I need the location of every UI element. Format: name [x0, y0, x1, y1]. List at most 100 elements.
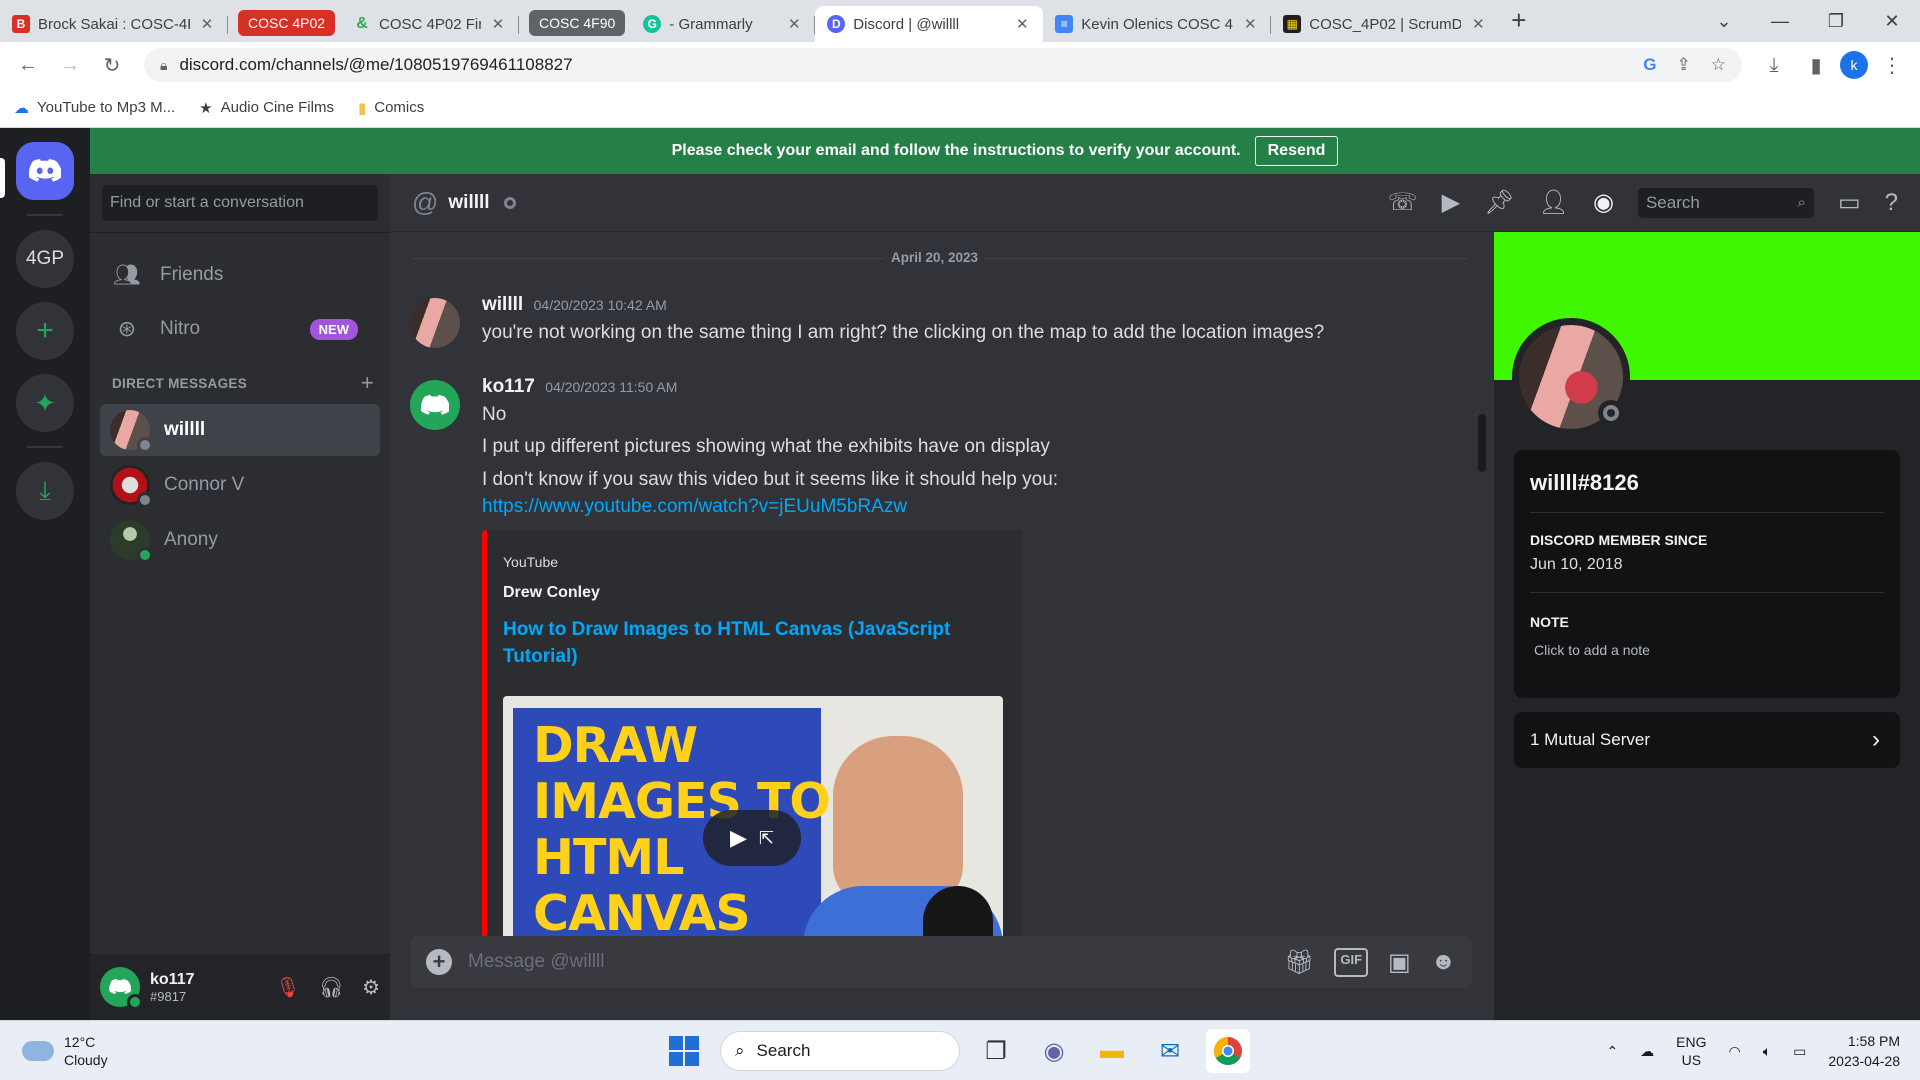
embed-provider[interactable]: YouTube [503, 554, 558, 570]
search-input[interactable]: Search ⌕ [1637, 187, 1814, 218]
help-icon[interactable]: ? [1885, 189, 1898, 217]
onedrive-icon[interactable]: ☁ [1640, 1043, 1654, 1060]
wifi-icon[interactable]: ◠ [1729, 1043, 1741, 1060]
tab-close-icon[interactable]: ✕ [1469, 15, 1487, 33]
start-windows-icon[interactable] [662, 1029, 706, 1073]
video-call-icon[interactable]: ▶ [1442, 188, 1460, 217]
voice-call-icon[interactable]: ☏ [1388, 188, 1418, 217]
resend-button[interactable]: Resend [1254, 136, 1339, 166]
file-explorer-icon[interactable]: ▬ [1090, 1029, 1134, 1073]
message-link[interactable]: https://www.youtube.com/watch?v=jEUuM5bR… [482, 496, 907, 518]
message-timestamp: 04/20/2023 11:50 AM [545, 379, 678, 395]
tab-close-icon[interactable]: ✕ [198, 15, 216, 33]
message-composer[interactable]: + Message @willll 🎁︎ GIF ▣ ☻ [410, 936, 1472, 988]
explore-compass-icon[interactable]: ✦ [16, 374, 74, 432]
mute-mic-icon[interactable]: 🎙︎ [275, 975, 300, 1000]
download-icon[interactable]: ⤓ [1756, 47, 1792, 83]
home-button[interactable] [16, 142, 74, 200]
tab-search-icon[interactable]: ⌄ [1696, 11, 1752, 32]
dm-item-connor-v[interactable]: Connor V [100, 459, 380, 511]
embed-title[interactable]: How to Draw Images to HTML Canvas (JavaS… [503, 616, 963, 670]
maximize-icon[interactable]: ❐ [1808, 11, 1864, 32]
mutual-servers-button[interactable]: 1 Mutual Server › [1514, 712, 1900, 768]
tab-group-cosc-4p02[interactable]: COSC 4P02 [238, 10, 336, 36]
add-server-icon[interactable]: + [16, 302, 74, 360]
bookmark-comics[interactable]: ▮ Comics [358, 99, 424, 117]
task-view-icon[interactable]: ❐ [974, 1029, 1018, 1073]
tab-kevin-olenics[interactable]: ≡ Kevin Olenics COSC 4P02 ✕ [1043, 6, 1272, 42]
channel-name[interactable]: willll [448, 192, 489, 214]
play-video-button[interactable]: ▶ ⇱ [703, 810, 801, 866]
tab-grammarly[interactable]: G - Grammarly ✕ [631, 6, 816, 42]
forward-icon[interactable]: → [52, 47, 88, 83]
dm-item-willll[interactable]: willll [100, 404, 380, 456]
mail-icon[interactable]: ✉ [1148, 1029, 1192, 1073]
pinned-messages-icon[interactable]: 📌︎ [1484, 188, 1514, 217]
message-avatar[interactable] [410, 380, 460, 430]
add-friends-to-dm-icon[interactable]: 👤︎ [1539, 188, 1569, 217]
message-author[interactable]: willll [482, 294, 523, 315]
tab-scrumdo[interactable]: ▦ COSC_4P02 | ScrumDo ✕ [1271, 6, 1499, 42]
emoji-icon[interactable]: ☻ [1431, 948, 1456, 977]
sidebar-item-friends[interactable]: 👥︎ Friends [100, 250, 380, 300]
embed-author[interactable]: Drew Conley [503, 584, 600, 602]
minimize-icon[interactable]: — [1752, 11, 1808, 32]
upload-plus-icon[interactable]: + [426, 949, 452, 975]
new-tab-button[interactable]: + [1511, 5, 1526, 36]
dm-item-anony[interactable]: Anony [100, 514, 380, 566]
video-thumbnail[interactable]: DRAW IMAGES TO HTML CANVAS ▶ ⇱ [503, 696, 1003, 936]
message-author[interactable]: ko117 [482, 376, 535, 397]
battery-icon[interactable]: ▭ [1793, 1043, 1806, 1060]
volume-icon[interactable]: 🔈︎ [1763, 1043, 1771, 1060]
window-controls: ⌄ — ❐ ✕ [1696, 0, 1920, 42]
server-4gp[interactable]: 4GP [16, 230, 74, 288]
menu-icon[interactable]: ⋮ [1874, 47, 1910, 83]
google-icon[interactable]: G [1643, 55, 1656, 75]
tab-close-icon[interactable]: ✕ [785, 15, 803, 33]
language-indicator[interactable]: ENG US [1676, 1033, 1706, 1069]
sticker-icon[interactable]: ▣ [1388, 948, 1411, 977]
download-apps-icon[interactable]: ⤓ [16, 462, 74, 520]
message-scrollbar[interactable] [1478, 414, 1486, 472]
tab-close-icon[interactable]: ✕ [1013, 15, 1031, 33]
bookmark-audio-cine[interactable]: ★ Audio Cine Films [199, 99, 334, 117]
settings-gear-icon[interactable]: ⚙ [362, 975, 380, 1000]
mutual-servers-label: 1 Mutual Server [1530, 730, 1650, 749]
tab-close-icon[interactable]: ✕ [1241, 15, 1259, 33]
tab-close-icon[interactable]: ✕ [489, 15, 507, 33]
find-conversation-button[interactable]: Find or start a conversation [102, 185, 378, 221]
message-text: I put up different pictures showing what… [482, 436, 1050, 457]
url-field[interactable]: 🔒︎ discord.com/channels/@me/108051976946… [144, 48, 1742, 82]
my-user-info[interactable]: ko117 #9817 [150, 971, 194, 1004]
tab-group-cosc-4f90[interactable]: COSC 4F90 [529, 10, 626, 36]
side-panel-icon[interactable]: ▮ [1798, 47, 1834, 83]
profile-avatar[interactable]: k [1840, 51, 1868, 79]
message-header: ko117 04/20/2023 11:50 AM [482, 376, 677, 398]
gift-icon[interactable]: 🎁︎ [1284, 948, 1314, 977]
headphones-icon[interactable]: 🎧︎ [319, 975, 344, 1000]
tab-brock-sakai[interactable]: B Brock Sakai : COSC-4P02 ✕ [0, 6, 228, 42]
close-window-icon[interactable]: ✕ [1864, 11, 1920, 32]
back-icon[interactable]: ← [10, 47, 46, 83]
bookmark-youtube-mp3[interactable]: ☁ YouTube to Mp3 M... [14, 99, 175, 117]
chrome-icon[interactable] [1206, 1029, 1250, 1073]
user-profile-toggle-icon[interactable]: ◉ [1593, 188, 1614, 217]
share-icon[interactable]: ⇪ [1677, 55, 1691, 75]
inbox-icon[interactable]: ▭ [1838, 188, 1861, 217]
my-avatar[interactable] [100, 967, 143, 1010]
tray-overflow-icon[interactable]: ⌃ [1606, 1043, 1618, 1060]
create-dm-icon[interactable]: + [361, 370, 374, 396]
weather-widget[interactable]: 12°C Cloudy [22, 1033, 108, 1069]
tab-final-prog[interactable]: & COSC 4P02 Final Prog ✕ [341, 6, 520, 42]
reload-icon[interactable]: ↻ [94, 47, 130, 83]
message-text: you're not working on the same thing I a… [482, 322, 1325, 343]
taskbar-search[interactable]: ⌕ Search [720, 1031, 960, 1071]
note-input[interactable]: Click to add a note [1534, 642, 1650, 658]
bookmark-star-icon[interactable]: ☆ [1711, 55, 1726, 75]
gif-button[interactable]: GIF [1334, 947, 1369, 977]
tab-discord[interactable]: D Discord | @willll ✕ [815, 6, 1044, 42]
clock[interactable]: 1:58 PM 2023-04-28 [1828, 1031, 1900, 1071]
message-avatar[interactable] [410, 298, 460, 348]
sidebar-item-nitro[interactable]: ⊛ Nitro NEW [100, 304, 380, 354]
teams-chat-icon[interactable]: ◉ [1032, 1029, 1076, 1073]
